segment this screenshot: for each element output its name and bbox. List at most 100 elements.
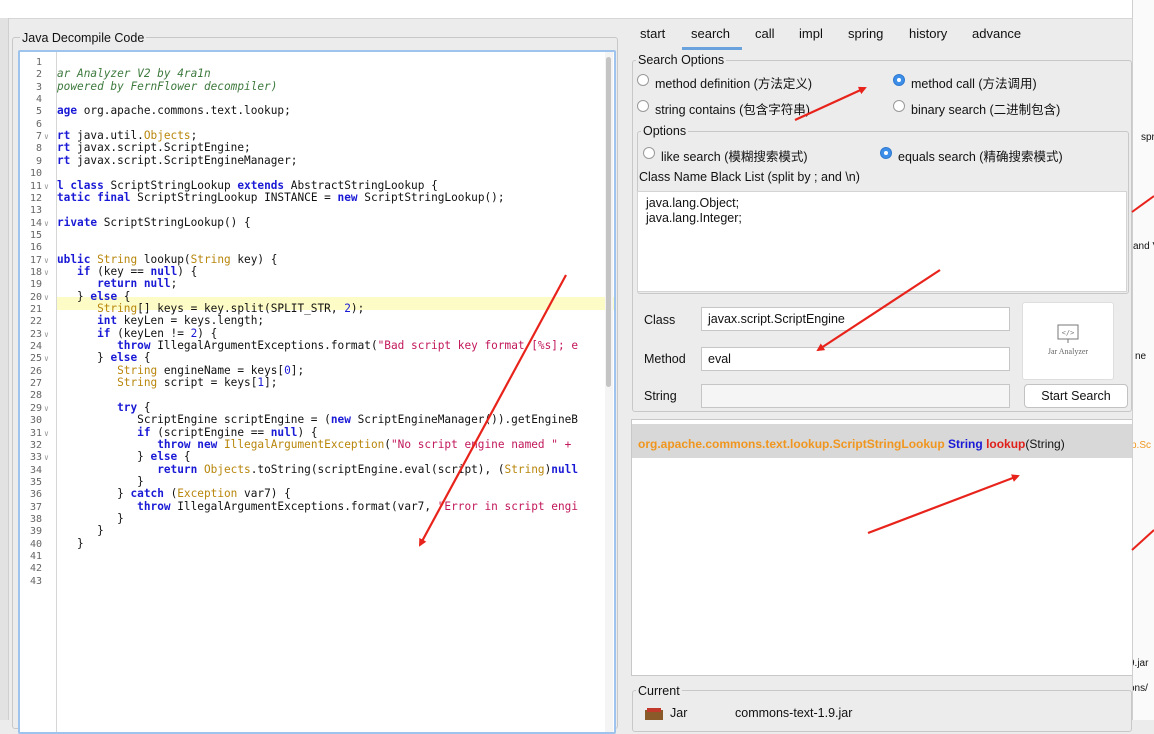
equals-search-radio[interactable] — [880, 147, 892, 159]
code-line: l class ScriptStringLookup extends Abstr… — [57, 178, 438, 192]
fold-toggle-icon[interactable]: ∨ — [44, 453, 49, 462]
code-line: String engineName = keys[0]; — [57, 363, 305, 377]
binary-search-label[interactable]: binary search (二进制包含) — [911, 99, 1060, 118]
result-params: (String) — [1025, 437, 1065, 451]
start-search-button[interactable]: Start Search — [1024, 384, 1128, 408]
code-token: Objects — [203, 462, 251, 476]
result-text[interactable]: org.apache.commons.text.lookup.ScriptStr… — [638, 437, 1065, 451]
code-line: return Objects.toString(scriptEngine.eva… — [57, 462, 578, 476]
line-number: 2 — [35, 69, 42, 81]
code-token: } — [57, 487, 131, 501]
code-line: if (keyLen != 2) { — [57, 327, 217, 340]
code-token: else — [90, 289, 118, 303]
current-title: Current — [636, 684, 682, 698]
line-number: 21 — [29, 304, 42, 315]
line-number: 15 — [29, 229, 42, 241]
fold-toggle-icon[interactable]: ∨ — [44, 354, 49, 363]
code-line: } — [57, 512, 124, 525]
code-line: age org.apache.commons.text.lookup; — [57, 105, 291, 117]
method-definition-radio[interactable] — [637, 74, 649, 86]
string-label: String — [644, 389, 677, 403]
fold-toggle-icon[interactable]: ∨ — [44, 256, 49, 265]
code-token: Objects — [143, 129, 191, 143]
blacklist-entry: java.lang.Integer; — [646, 211, 742, 225]
blacklist-label: Class Name Black List (split by ; and \n… — [639, 170, 860, 184]
line-number: 12 — [29, 192, 42, 204]
method-call-radio[interactable] — [893, 74, 905, 86]
line-number: 22 — [29, 316, 42, 328]
code-token: else — [150, 450, 178, 464]
code-line: try { — [57, 401, 150, 414]
line-number: 14 — [29, 217, 42, 229]
method-definition-label[interactable]: method definition (方法定义) — [655, 73, 812, 92]
string-contains-radio[interactable] — [637, 100, 649, 112]
like-search-radio[interactable] — [643, 147, 655, 159]
decompile-panel-title: Java Decompile Code — [20, 31, 147, 45]
tab-spring[interactable]: spring — [848, 26, 883, 41]
code-token: throw — [117, 339, 151, 353]
code-token: return — [157, 462, 198, 476]
result-row[interactable]: org.apache.commons.text.lookup.ScriptStr… — [632, 424, 1132, 458]
code-line: } else { — [57, 450, 190, 464]
search-results-list[interactable]: org.apache.commons.text.lookup.ScriptStr… — [631, 419, 1133, 676]
code-token: ]; — [290, 363, 305, 377]
code-text-area[interactable]: ar Analyzer V2 by 4ra1n powered by FernFl… — [57, 52, 614, 732]
code-token: .toString(scriptEngine.eval(script), ( — [250, 462, 505, 476]
fold-toggle-icon[interactable]: ∨ — [44, 293, 49, 302]
line-number: 33 — [29, 452, 42, 464]
left-sidebar-edge — [0, 18, 9, 720]
code-token: rt — [57, 141, 71, 155]
jar-icon — [645, 708, 665, 720]
code-token: new — [330, 413, 351, 427]
tab-search[interactable]: search — [691, 26, 730, 41]
fold-toggle-icon[interactable]: ∨ — [44, 219, 49, 228]
code-token: ; — [190, 129, 198, 143]
code-token: extends — [237, 178, 285, 192]
tab-advance[interactable]: advance — [972, 26, 1021, 41]
code-token: keyLen = keys.length; — [117, 314, 265, 328]
line-number: 36 — [29, 489, 42, 501]
method-input[interactable]: eval — [701, 347, 1010, 371]
code-line: rivate ScriptStringLookup() { — [57, 216, 251, 229]
string-input[interactable] — [701, 384, 1010, 408]
string-contains-label[interactable]: string contains (包含字符串) — [655, 99, 810, 118]
fold-toggle-icon[interactable]: ∨ — [44, 182, 49, 191]
method-call-label[interactable]: method call (方法调用) — [911, 73, 1037, 92]
tab-call[interactable]: call — [755, 26, 775, 41]
equals-search-label[interactable]: equals search (精确搜索模式) — [898, 146, 1063, 165]
line-number: 28 — [29, 390, 42, 402]
line-number: 39 — [29, 526, 42, 538]
code-token: 0 — [284, 363, 291, 377]
code-token: ScriptEngineManager()).getEngineB — [350, 413, 578, 427]
jar-value: commons-text-1.9.jar — [735, 706, 853, 720]
fold-toggle-icon[interactable]: ∨ — [44, 268, 49, 277]
binary-search-radio[interactable] — [893, 100, 905, 112]
bg-fragment: and V — [1133, 241, 1154, 252]
fold-toggle-icon[interactable]: ∨ — [44, 330, 49, 339]
class-input[interactable]: javax.script.ScriptEngine — [701, 307, 1010, 331]
fold-toggle-icon[interactable]: ∨ — [44, 132, 49, 141]
tab-start[interactable]: start — [640, 26, 665, 41]
code-token: rt — [57, 153, 71, 167]
code-token: script = keys[ — [157, 376, 258, 390]
code-token: int — [97, 314, 118, 328]
like-search-label[interactable]: like search (模糊搜索模式) — [661, 146, 808, 165]
fold-toggle-icon[interactable]: ∨ — [44, 404, 49, 413]
line-number: 6 — [35, 118, 42, 130]
tab-history[interactable]: history — [909, 26, 947, 41]
code-editor[interactable]: 1 2 3 4 5 6 7 8 9 10 11 12 13 14 15 16 17 18 19 20 21 22 23 24 2… — [18, 50, 616, 734]
code-token: IllegalArgumentExceptions.format( — [150, 339, 378, 353]
tab-impl[interactable]: impl — [799, 26, 823, 41]
code-token: ScriptStringLookup — [103, 178, 238, 192]
class-label: Class — [644, 313, 676, 327]
top-bar — [0, 0, 1132, 19]
blacklist-textarea[interactable]: java.lang.Object; java.lang.Integer; — [637, 191, 1127, 292]
fold-toggle-icon[interactable]: ∨ — [44, 429, 49, 438]
code-line: } — [57, 537, 84, 550]
code-scroll-thumb[interactable] — [606, 57, 611, 387]
code-token: String — [504, 462, 545, 476]
